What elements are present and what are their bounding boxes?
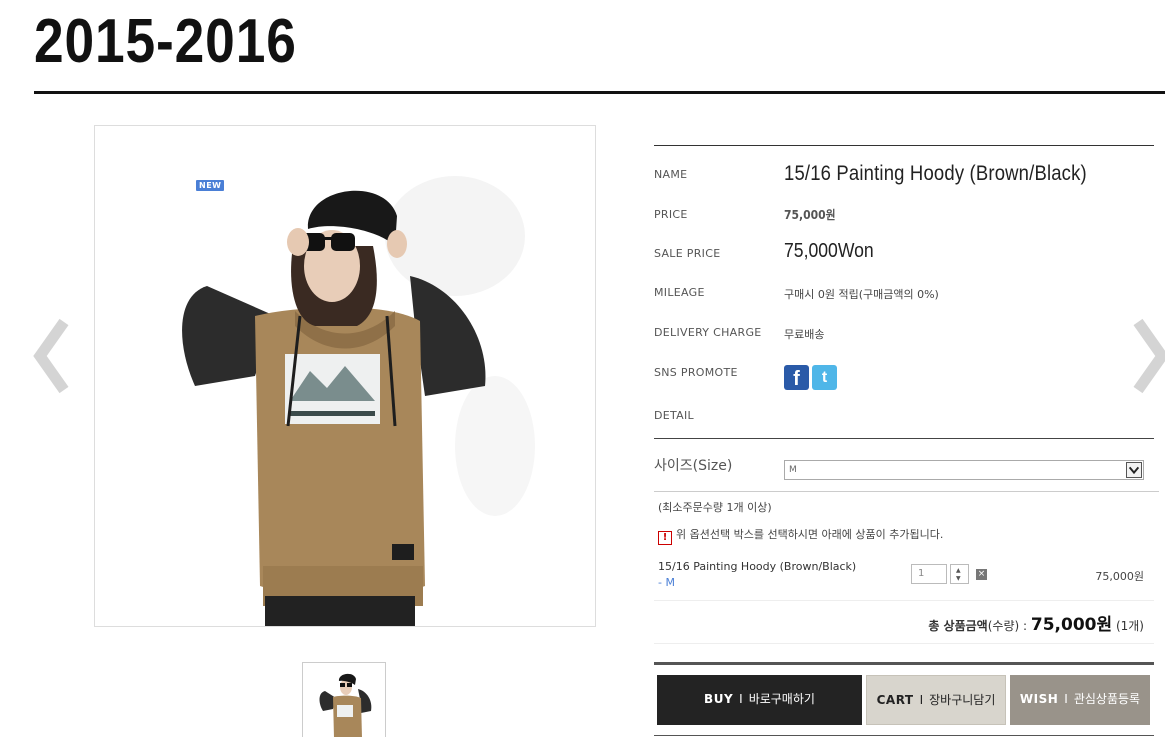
size-select-value: M [789, 465, 797, 475]
selected-item-price: 75,000원 [1095, 570, 1144, 583]
total-price: 총 상품금액(수량) : 75,000원 (1개) [780, 610, 1144, 635]
qty-down-icon[interactable]: ▼ [956, 576, 961, 582]
total-label: 총 상품금액 [928, 619, 988, 633]
selected-item-name: 15/16 Painting Hoody (Brown/Black) [658, 560, 857, 573]
wish-label-ko: 관심상품등록 [1073, 692, 1141, 706]
product-photo [182, 176, 535, 626]
add-to-cart-button[interactable]: CART I 장바구니담기 [866, 675, 1006, 725]
delivery-value: 무료배송 [784, 328, 825, 341]
product-info-table: NAME 15/16 Painting Hoody (Brown/Black) … [654, 145, 1154, 422]
min-qty-note: (최소주문수량 1개 이상) [658, 501, 772, 514]
cart-separator: I [919, 693, 924, 707]
detail-label: DETAIL [654, 409, 694, 422]
buy-separator: I [739, 692, 743, 706]
cart-label-ko: 장바구니담기 [929, 693, 996, 707]
wishlist-button[interactable]: WISH I 관심상품등록 [1010, 675, 1150, 725]
buy-now-button[interactable]: BUY I 바로구매하기 [657, 675, 862, 725]
price-label: PRICE [654, 208, 688, 221]
total-count: (1개) [1115, 619, 1144, 633]
sale-price-value: 75,000Won [784, 240, 874, 262]
new-badge: NEW [196, 180, 225, 191]
qty-up-icon[interactable]: ▲ [956, 568, 961, 574]
facebook-icon[interactable]: f [784, 365, 809, 390]
total-amount: 75,000원 [1030, 615, 1113, 635]
options-divider-2 [654, 491, 1159, 492]
wish-label-en: WISH [1019, 692, 1059, 706]
options-divider-3 [654, 600, 1154, 601]
name-label: NAME [654, 168, 688, 181]
sns-label: SNS PROMOTE [654, 366, 738, 379]
next-arrow-icon[interactable] [1130, 316, 1165, 396]
buy-label-ko: 바로구매하기 [748, 692, 815, 706]
quantity-stepper[interactable]: ▲ ▼ [950, 564, 969, 584]
warning-icon: ! [658, 531, 672, 545]
bottom-divider [654, 735, 1154, 736]
quantity-input[interactable]: 1 [911, 564, 947, 584]
delivery-label: DELIVERY CHARGE [654, 326, 762, 339]
wish-separator: I [1064, 692, 1068, 706]
prev-arrow-icon[interactable] [32, 316, 72, 396]
options-divider [654, 438, 1154, 439]
buttons-divider [654, 662, 1154, 665]
product-name: 15/16 Painting Hoody (Brown/Black) [784, 162, 1087, 185]
buy-label-en: BUY [704, 692, 734, 706]
twitter-icon[interactable]: t [812, 365, 837, 390]
size-select[interactable]: M [784, 460, 1144, 480]
cart-label-en: CART [876, 693, 914, 707]
option-notice-text: 위 옵션선택 박스를 선택하시면 아래에 상품이 추가됩니다. [676, 528, 944, 541]
product-main-image: NEW [94, 125, 596, 627]
price-value: 75,000원 [784, 208, 836, 222]
selected-item-option: - M [658, 576, 675, 589]
title-divider [34, 91, 1165, 94]
page-title: 2015-2016 [34, 7, 297, 76]
sale-price-label: SALE PRICE [654, 247, 721, 260]
mileage-value: 구매시 0원 적립(구매금액의 0%) [784, 288, 939, 301]
delete-item-button[interactable]: × [976, 569, 987, 580]
product-thumbnail[interactable] [302, 662, 386, 737]
total-label-qty: (수량) : [987, 619, 1028, 633]
size-label: 사이즈(Size) [654, 458, 733, 474]
options-divider-4 [654, 643, 1154, 644]
option-notice: ! 위 옵션선택 박스를 선택하시면 아래에 상품이 추가됩니다. [658, 526, 943, 545]
mileage-label: MILEAGE [654, 286, 705, 299]
chevron-down-icon [1126, 462, 1142, 478]
thumbnail-photo [319, 673, 372, 737]
